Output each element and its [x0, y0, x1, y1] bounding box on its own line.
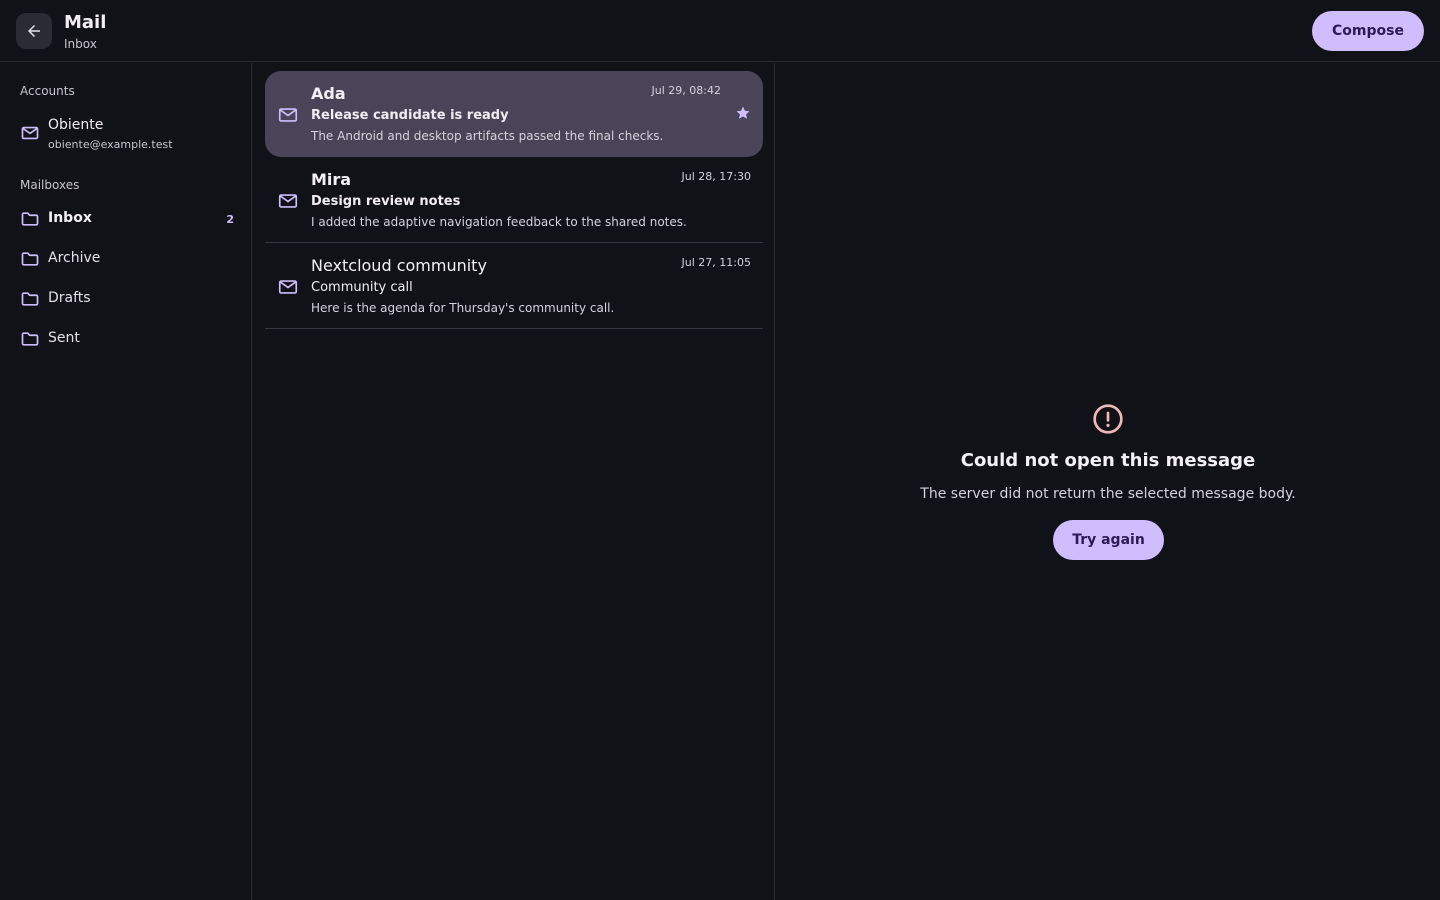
try-again-button[interactable]: Try again	[1053, 520, 1164, 560]
message-row[interactable]: Nextcloud community Community call Here …	[265, 243, 763, 329]
message-sender: Ada	[311, 84, 346, 103]
navigation-sidebar: Accounts Obiente obiente@example.test Ma…	[0, 63, 252, 900]
message-subject: Release candidate is ready	[311, 108, 509, 123]
message-preview: The Android and desktop artifacts passed…	[311, 129, 664, 143]
back-button[interactable]	[16, 13, 52, 49]
message-list: Ada Release candidate is ready The Andro…	[253, 63, 775, 900]
mail-icon	[278, 194, 298, 208]
error-title: Could not open this message	[960, 450, 1256, 471]
mail-icon	[278, 108, 298, 122]
folder-icon	[21, 332, 39, 346]
error-message: The server did not return the selected m…	[920, 486, 1296, 502]
arrow-back-icon	[28, 25, 40, 37]
message-detail-pane: Could not open this message The server d…	[776, 63, 1440, 900]
mailbox-inbox[interactable]: Inbox 2	[20, 204, 234, 234]
top-app-bar: Mail Inbox Compose	[0, 0, 1440, 62]
mail-icon	[21, 126, 39, 140]
app-title: Mail	[64, 12, 107, 33]
message-subject: Design review notes	[311, 194, 461, 209]
star-icon[interactable]	[735, 105, 751, 121]
mailbox-archive[interactable]: Archive	[20, 244, 234, 274]
unread-count-badge: 2	[226, 213, 234, 226]
app-subtitle: Inbox	[64, 37, 97, 51]
message-timestamp: Jul 27, 11:05	[681, 256, 751, 269]
message-row-selected[interactable]: Ada Release candidate is ready The Andro…	[265, 71, 763, 157]
folder-icon	[21, 252, 39, 266]
mailbox-label: Inbox	[48, 210, 92, 226]
mailbox-label: Drafts	[48, 290, 91, 306]
mailbox-drafts[interactable]: Drafts	[20, 284, 234, 314]
mailbox-label: Sent	[48, 330, 80, 346]
message-row[interactable]: Mira Design review notes I added the ada…	[265, 157, 763, 243]
message-timestamp: Jul 28, 17:30	[681, 170, 751, 183]
folder-icon	[21, 292, 39, 306]
compose-button[interactable]: Compose	[1312, 11, 1424, 51]
message-preview: I added the adaptive navigation feedback…	[311, 215, 687, 229]
message-subject: Community call	[311, 280, 413, 295]
message-sender: Nextcloud community	[311, 256, 487, 275]
account-email: obiente@example.test	[48, 138, 173, 151]
error-icon	[1093, 404, 1123, 434]
mailboxes-heading: Mailboxes	[20, 178, 80, 192]
mailbox-label: Archive	[48, 250, 101, 266]
message-timestamp: Jul 29, 08:42	[651, 84, 721, 97]
message-sender: Mira	[311, 170, 352, 189]
mailbox-sent[interactable]: Sent	[20, 324, 234, 354]
folder-icon	[21, 212, 39, 226]
mail-icon	[278, 280, 298, 294]
accounts-heading: Accounts	[20, 84, 75, 98]
message-preview: Here is the agenda for Thursday's commun…	[311, 301, 615, 315]
account-name: Obiente	[48, 117, 104, 133]
account-item[interactable]: Obiente obiente@example.test	[20, 117, 240, 151]
